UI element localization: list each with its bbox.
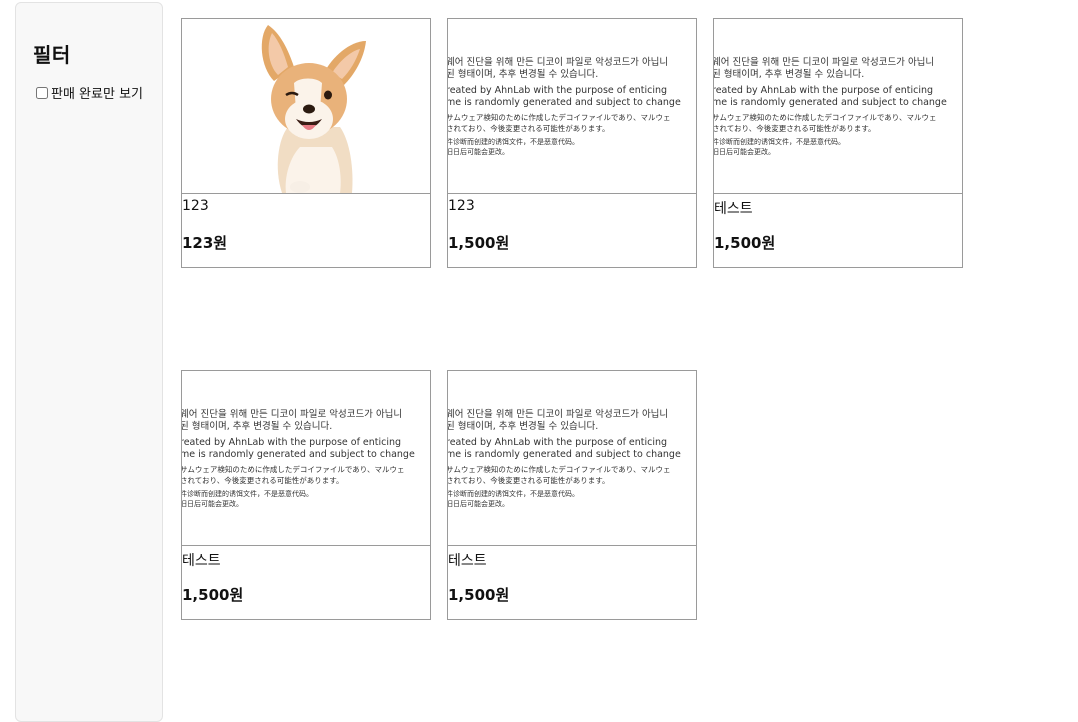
product-image: 웨어 진단을 위해 만든 디코이 파일로 악성코드가 아닙니 된 형태이며, 추… — [448, 371, 696, 546]
product-title: 테스트 — [182, 553, 221, 569]
decoy-text-image: 웨어 진단을 위해 만든 디코이 파일로 악성코드가 아닙니 된 형태이며, 추… — [182, 409, 415, 508]
product-image — [182, 19, 430, 194]
decoy-text-image: 웨어 진단을 위해 만든 디코이 파일로 악성코드가 아닙니 된 형태이며, 추… — [448, 57, 681, 156]
product-title: 테스트 — [448, 553, 487, 569]
product-price: 1,500원 — [182, 586, 244, 604]
decoy-text-image: 웨어 진단을 위해 만든 디코이 파일로 악성코드가 아닙니 된 형태이며, 추… — [714, 57, 947, 156]
product-card[interactable]: 123 123원 — [181, 18, 431, 268]
product-card[interactable]: 웨어 진단을 위해 만든 디코이 파일로 악성코드가 아닙니 된 형태이며, 추… — [447, 18, 697, 268]
product-price: 1,500원 — [448, 586, 510, 604]
filter-sidebar: 필터 판매 완료만 보기 — [15, 2, 163, 722]
product-price: 1,500원 — [448, 234, 510, 252]
product-title: 테스트 — [714, 201, 753, 217]
product-image: 웨어 진단을 위해 만든 디코이 파일로 악성코드가 아닙니 된 형태이며, 추… — [448, 19, 696, 194]
sold-only-label: 판매 완료만 보기 — [51, 87, 143, 102]
product-title: 123 — [448, 198, 475, 214]
product-card[interactable]: 웨어 진단을 위해 만든 디코이 파일로 악성코드가 아닙니 된 형태이며, 추… — [447, 370, 697, 620]
decoy-text-image: 웨어 진단을 위해 만든 디코이 파일로 악성코드가 아닙니 된 형태이며, 추… — [448, 409, 681, 508]
filter-title: 필터 — [33, 43, 71, 67]
product-price: 123원 — [182, 234, 228, 252]
product-title: 123 — [182, 198, 209, 214]
product-image: 웨어 진단을 위해 만든 디코이 파일로 악성코드가 아닙니 된 형태이며, 추… — [182, 371, 430, 546]
corgi-dog-photo — [261, 25, 366, 193]
product-card[interactable]: 웨어 진단을 위해 만든 디코이 파일로 악성코드가 아닙니 된 형태이며, 추… — [181, 370, 431, 620]
product-card[interactable]: 웨어 진단을 위해 만든 디코이 파일로 악성코드가 아닙니 된 형태이며, 추… — [713, 18, 963, 268]
product-price: 1,500원 — [714, 234, 776, 252]
sold-only-filter[interactable]: 판매 완료만 보기 — [36, 83, 143, 102]
product-image: 웨어 진단을 위해 만든 디코이 파일로 악성코드가 아닙니 된 형태이며, 추… — [714, 19, 962, 194]
sold-only-checkbox[interactable] — [36, 86, 48, 99]
